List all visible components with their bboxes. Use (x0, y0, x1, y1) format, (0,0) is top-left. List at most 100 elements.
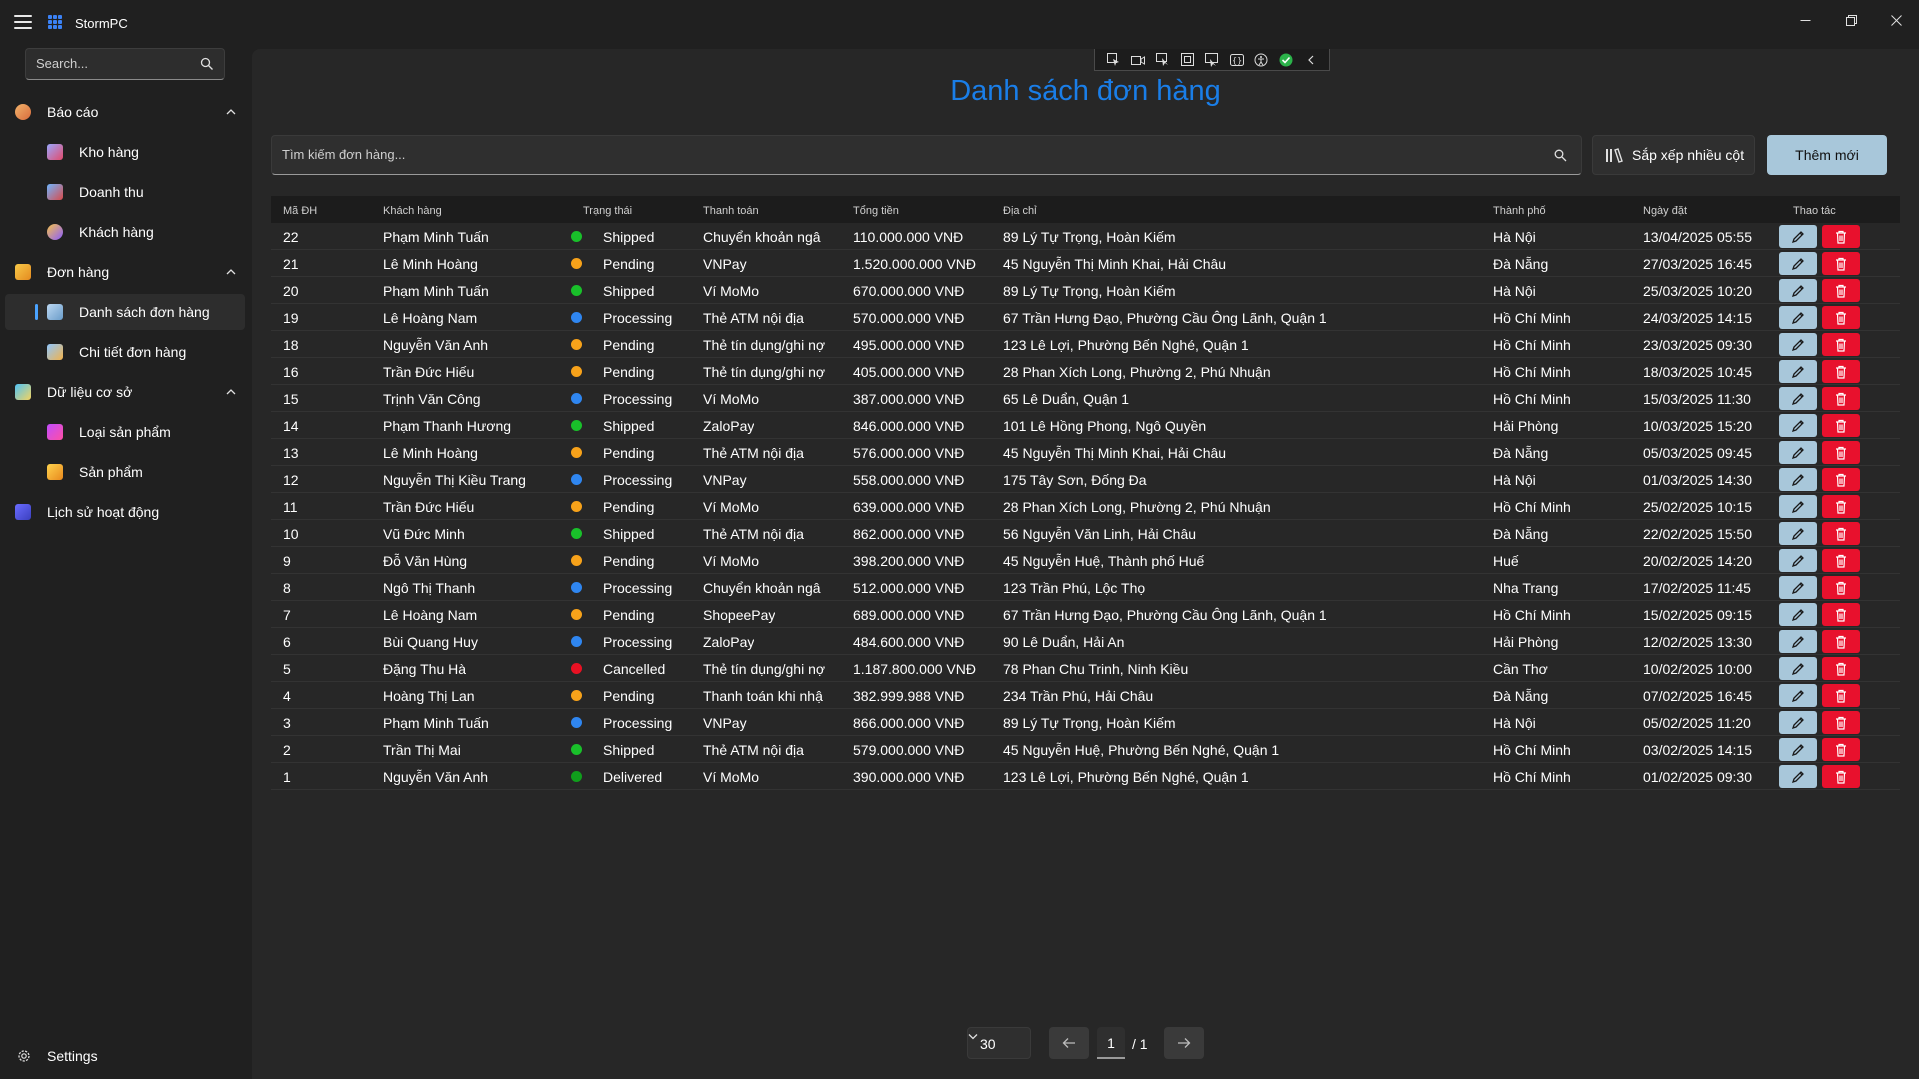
table-row[interactable]: 22 Phạm Minh Tuấn Shipped Chuyển khoản ngâ 1… (271, 223, 1900, 250)
edit-button[interactable] (1779, 765, 1817, 788)
table-row[interactable]: 4 Hoàng Thị Lan Pending Thanh toán khi nhậ 3… (271, 682, 1900, 709)
check-status-icon[interactable] (1279, 53, 1293, 67)
delete-button[interactable] (1822, 333, 1860, 356)
edit-button[interactable] (1779, 468, 1817, 491)
table-row[interactable]: 13 Lê Minh Hoàng Pending Thẻ ATM nội địa 576… (271, 439, 1900, 466)
column-header-payment[interactable]: Thanh toán (703, 205, 759, 217)
sidebar-group-orders[interactable]: Đơn hàng (5, 254, 245, 290)
page-size-select[interactable]: 30 (967, 1027, 1031, 1059)
table-row[interactable]: 21 Lê Minh Hoàng Pending VNPay 1.520.000.000… (271, 250, 1900, 277)
previous-page-button[interactable] (1049, 1027, 1089, 1059)
current-page-input[interactable]: 1 (1097, 1027, 1125, 1059)
edit-button[interactable] (1779, 495, 1817, 518)
edit-button[interactable] (1779, 738, 1817, 761)
edit-button[interactable] (1779, 306, 1817, 329)
delete-button[interactable] (1822, 468, 1860, 491)
live-tree-icon[interactable] (1106, 53, 1120, 67)
sidebar-item-order-list[interactable]: Danh sách đơn hàng (5, 294, 245, 330)
sidebar-item-products[interactable]: Sản phẩm (5, 454, 245, 490)
table-row[interactable]: 15 Trịnh Văn Công Processing Ví MoMo 387.000… (271, 385, 1900, 412)
record-icon[interactable] (1130, 53, 1145, 67)
table-row[interactable]: 3 Phạm Minh Tuấn Processing VNPay 866.000.00… (271, 709, 1900, 736)
column-header-address[interactable]: Địa chỉ (1003, 205, 1037, 217)
delete-button[interactable] (1822, 360, 1860, 383)
table-row[interactable]: 5 Đặng Thu Hà Cancelled Thẻ tín dụng/ghi nợ… (271, 655, 1900, 682)
minimize-button[interactable] (1787, 6, 1823, 34)
table-row[interactable]: 2 Trần Thị Mai Shipped Thẻ ATM nội địa 579.0… (271, 736, 1900, 763)
delete-button[interactable] (1822, 765, 1860, 788)
order-search-box[interactable] (271, 135, 1582, 175)
edit-button[interactable] (1779, 414, 1817, 437)
delete-button[interactable] (1822, 225, 1860, 248)
chevron-up-icon[interactable] (225, 386, 237, 398)
add-new-button[interactable]: Thêm mới (1767, 135, 1887, 175)
table-row[interactable]: 7 Lê Hoàng Nam Pending ShopeePay 689.000.000… (271, 601, 1900, 628)
delete-button[interactable] (1822, 630, 1860, 653)
order-search-input[interactable] (282, 147, 1482, 162)
edit-button[interactable] (1779, 576, 1817, 599)
chevron-up-icon[interactable] (225, 266, 237, 278)
delete-button[interactable] (1822, 603, 1860, 626)
column-header-order-date[interactable]: Ngày đặt (1643, 205, 1687, 217)
delete-button[interactable] (1822, 306, 1860, 329)
search-icon[interactable] (200, 57, 214, 71)
column-header-customer[interactable]: Khách hàng (383, 205, 442, 217)
sidebar-item-warehouse[interactable]: Kho hàng (5, 134, 245, 170)
delete-button[interactable] (1822, 711, 1860, 734)
edit-button[interactable] (1779, 360, 1817, 383)
table-row[interactable]: 18 Nguyễn Văn Anh Pending Thẻ tín dụng/ghi … (271, 331, 1900, 358)
sidebar-search-box[interactable] (25, 48, 225, 80)
edit-button[interactable] (1779, 225, 1817, 248)
edit-button[interactable] (1779, 333, 1817, 356)
table-row[interactable]: 20 Phạm Minh Tuấn Shipped Ví MoMo 670.000.00… (271, 277, 1900, 304)
search-icon[interactable] (1554, 149, 1567, 162)
edit-button[interactable] (1779, 387, 1817, 410)
delete-button[interactable] (1822, 279, 1860, 302)
delete-button[interactable] (1822, 657, 1860, 680)
multi-sort-button[interactable]: Sắp xếp nhiều cột (1592, 135, 1755, 175)
table-row[interactable]: 11 Trần Đức Hiếu Pending Ví MoMo 639.000.000… (271, 493, 1900, 520)
track-focus-icon[interactable] (1204, 52, 1219, 67)
sidebar-item-settings[interactable]: Settings (5, 1038, 245, 1074)
delete-button[interactable] (1822, 441, 1860, 464)
close-button[interactable] (1878, 6, 1914, 34)
chevron-up-icon[interactable] (225, 106, 237, 118)
sidebar-item-categories[interactable]: Loại sản phẩm (5, 414, 245, 450)
select-element-icon[interactable] (1155, 52, 1170, 67)
column-header-total[interactable]: Tổng tiền (853, 205, 899, 217)
column-header-city[interactable]: Thành phố (1493, 205, 1546, 217)
delete-button[interactable] (1822, 495, 1860, 518)
edit-button[interactable] (1779, 711, 1817, 734)
sidebar-item-order-detail[interactable]: Chi tiết đơn hàng (5, 334, 245, 370)
delete-button[interactable] (1822, 252, 1860, 275)
edit-button[interactable] (1779, 441, 1817, 464)
sidebar-item-revenue[interactable]: Doanh thu (5, 174, 245, 210)
display-layout-icon[interactable] (1180, 53, 1194, 67)
sidebar-item-customers[interactable]: Khách hàng (5, 214, 245, 250)
table-row[interactable]: 12 Nguyễn Thị Kiều Trang Processing VNPay 55… (271, 466, 1900, 493)
edit-button[interactable] (1779, 252, 1817, 275)
hamburger-menu-icon[interactable] (14, 15, 32, 31)
delete-button[interactable] (1822, 387, 1860, 410)
delete-button[interactable] (1822, 576, 1860, 599)
edit-button[interactable] (1779, 549, 1817, 572)
table-row[interactable]: 19 Lê Hoàng Nam Processing Thẻ ATM nội địa 5… (271, 304, 1900, 331)
sidebar-search-input[interactable] (36, 56, 196, 71)
collapse-toolbar-icon[interactable] (1304, 53, 1318, 67)
delete-button[interactable] (1822, 414, 1860, 437)
accessibility-icon[interactable] (1254, 53, 1268, 67)
edit-button[interactable] (1779, 603, 1817, 626)
sidebar-group-master-data[interactable]: Dữ liệu cơ sở (5, 374, 245, 410)
sidebar-item-history[interactable]: Lịch sử hoạt động (5, 494, 245, 530)
sidebar-group-reports[interactable]: Báo cáo (5, 94, 245, 130)
column-header-status[interactable]: Trạng thái (583, 205, 632, 217)
table-row[interactable]: 14 Phạm Thanh Hương Shipped ZaloPay 846.000.… (271, 412, 1900, 439)
table-row[interactable]: 16 Trần Đức Hiếu Pending Thẻ tín dụng/ghi n… (271, 358, 1900, 385)
edit-button[interactable] (1779, 630, 1817, 653)
table-row[interactable]: 9 Đỗ Văn Hùng Pending Ví MoMo 398.200.000 VN… (271, 547, 1900, 574)
edit-button[interactable] (1779, 522, 1817, 545)
table-row[interactable]: 6 Bùi Quang Huy Processing ZaloPay 484.600.0… (271, 628, 1900, 655)
binding-failures-icon[interactable]: {} (1229, 53, 1244, 67)
delete-button[interactable] (1822, 522, 1860, 545)
table-row[interactable]: 1 Nguyễn Văn Anh Delivered Ví MoMo 390.000.0… (271, 763, 1900, 790)
